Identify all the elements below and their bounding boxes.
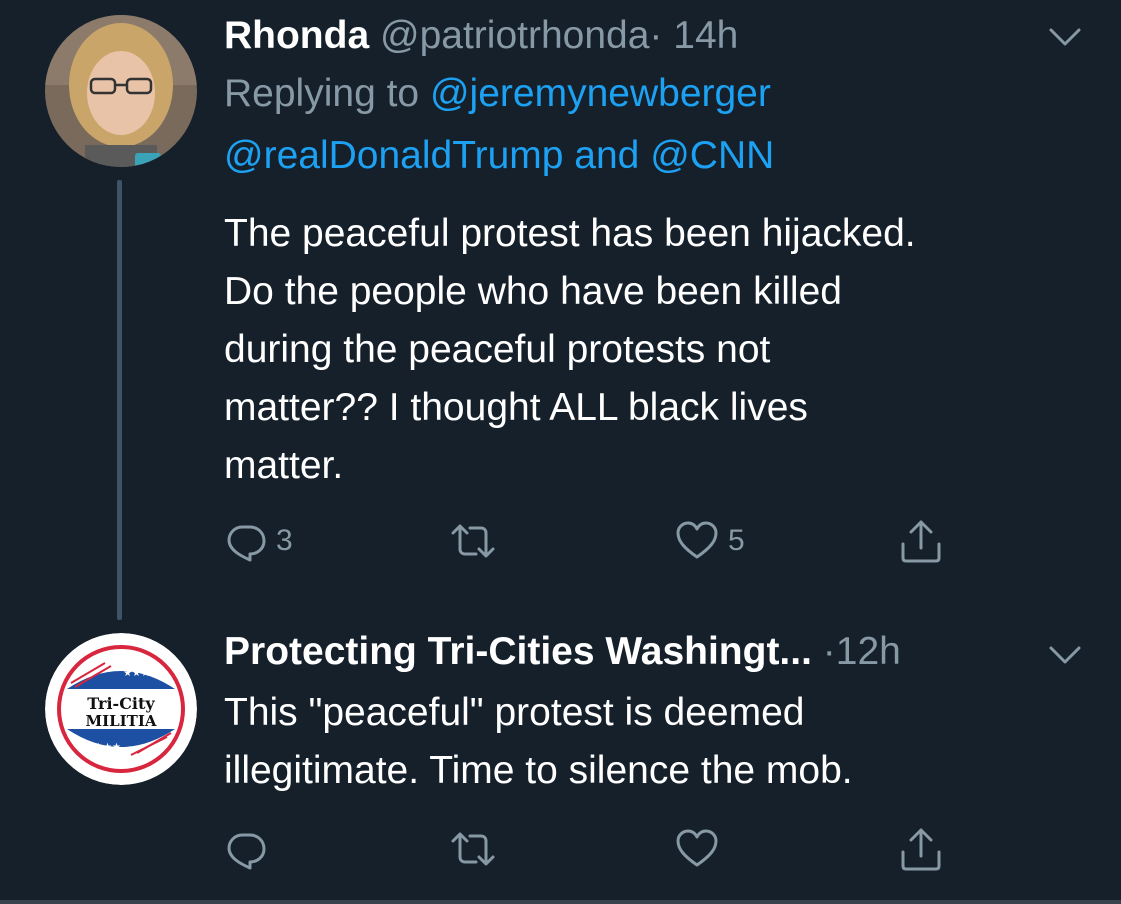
reply-icon xyxy=(227,525,266,562)
reply-button[interactable] xyxy=(224,824,268,874)
reply-context-line2: @realDonaldTrump and @CNN xyxy=(224,132,774,180)
action-bar xyxy=(224,824,964,874)
avatar-text-bottom: MILITIA xyxy=(85,712,156,730)
share-button[interactable] xyxy=(899,516,943,566)
avatar-stars: ★★★★ xyxy=(85,742,121,753)
tweet-text-line: matter. xyxy=(224,444,344,487)
tweet-text-line: illegitimate. Time to silence the mob. xyxy=(224,749,853,792)
action-bar: 3 5 xyxy=(224,516,964,566)
avatar-text-top: Tri-City xyxy=(87,694,155,713)
chevron-down-icon[interactable] xyxy=(1045,22,1085,52)
display-name[interactable]: Protecting Tri-Cities Washingt... xyxy=(224,630,812,673)
divider xyxy=(0,900,1121,904)
chevron-down-icon[interactable] xyxy=(1045,640,1085,670)
like-icon xyxy=(676,829,718,867)
display-name[interactable]: Rhonda xyxy=(224,14,369,57)
handle[interactable]: @patriotrhonda xyxy=(380,14,649,57)
reply-and-label[interactable]: and xyxy=(574,134,639,177)
thread-line xyxy=(117,180,122,620)
timestamp[interactable]: 14h xyxy=(673,14,738,57)
replying-to-label: Replying to xyxy=(224,72,420,115)
separator-dot: · xyxy=(649,14,663,57)
share-icon xyxy=(901,520,941,563)
reply-context: Replying to @jeremynewberger xyxy=(224,70,771,118)
militia-logo: ★★★★ ★★★★ Tri-City MILITIA xyxy=(45,633,197,785)
tweet-header: Rhonda @patriotrhonda· 14h xyxy=(224,12,738,60)
avatar[interactable]: ★★★★ ★★★★ Tri-City MILITIA xyxy=(45,633,197,785)
like-button[interactable] xyxy=(674,824,720,874)
separator-dot: · xyxy=(822,630,836,673)
tweet-text-line: The peaceful protest has been hijacked. xyxy=(224,212,916,255)
avatar-photo xyxy=(45,15,197,167)
retweet-icon xyxy=(451,524,495,558)
retweet-button[interactable] xyxy=(449,824,497,874)
retweet-icon xyxy=(451,832,495,866)
like-count: 5 xyxy=(728,524,745,557)
like-button[interactable]: 5 xyxy=(674,516,745,566)
reply-count: 3 xyxy=(276,524,293,557)
reply-icon xyxy=(227,833,266,870)
timestamp[interactable]: 12h xyxy=(836,630,901,673)
share-button[interactable] xyxy=(899,824,943,874)
tweet-text-line: matter?? I thought ALL black lives xyxy=(224,386,808,429)
tweet-text: This "peaceful" protest is deemed illegi… xyxy=(224,684,853,800)
like-icon xyxy=(676,521,718,559)
tweet-text-line: during the peaceful protests not xyxy=(224,328,771,371)
retweet-button[interactable] xyxy=(449,516,497,566)
reply-user-link[interactable]: @jeremynewberger xyxy=(430,72,771,115)
tweet-rhonda[interactable]: Rhonda @patriotrhonda· 14h Replying to @… xyxy=(0,0,1121,620)
reply-user-link[interactable]: @CNN xyxy=(650,134,774,177)
tweet-text-line: Do the people who have been killed xyxy=(224,270,842,313)
avatar-stars: ★★★★ xyxy=(123,668,159,679)
reply-button[interactable]: 3 xyxy=(224,516,293,566)
tweet-text: The peaceful protest has been hijacked. … xyxy=(224,205,916,495)
share-icon xyxy=(901,828,941,871)
tweet-text-line: This "peaceful" protest is deemed xyxy=(224,691,805,734)
tweet-tricity[interactable]: ★★★★ ★★★★ Tri-City MILITIA Protecting Tr… xyxy=(0,620,1121,900)
tweet-header: Protecting Tri-Cities Washingt... ·12h xyxy=(224,628,901,676)
avatar[interactable] xyxy=(45,15,197,167)
reply-user-link[interactable]: @realDonaldTrump xyxy=(224,134,563,177)
